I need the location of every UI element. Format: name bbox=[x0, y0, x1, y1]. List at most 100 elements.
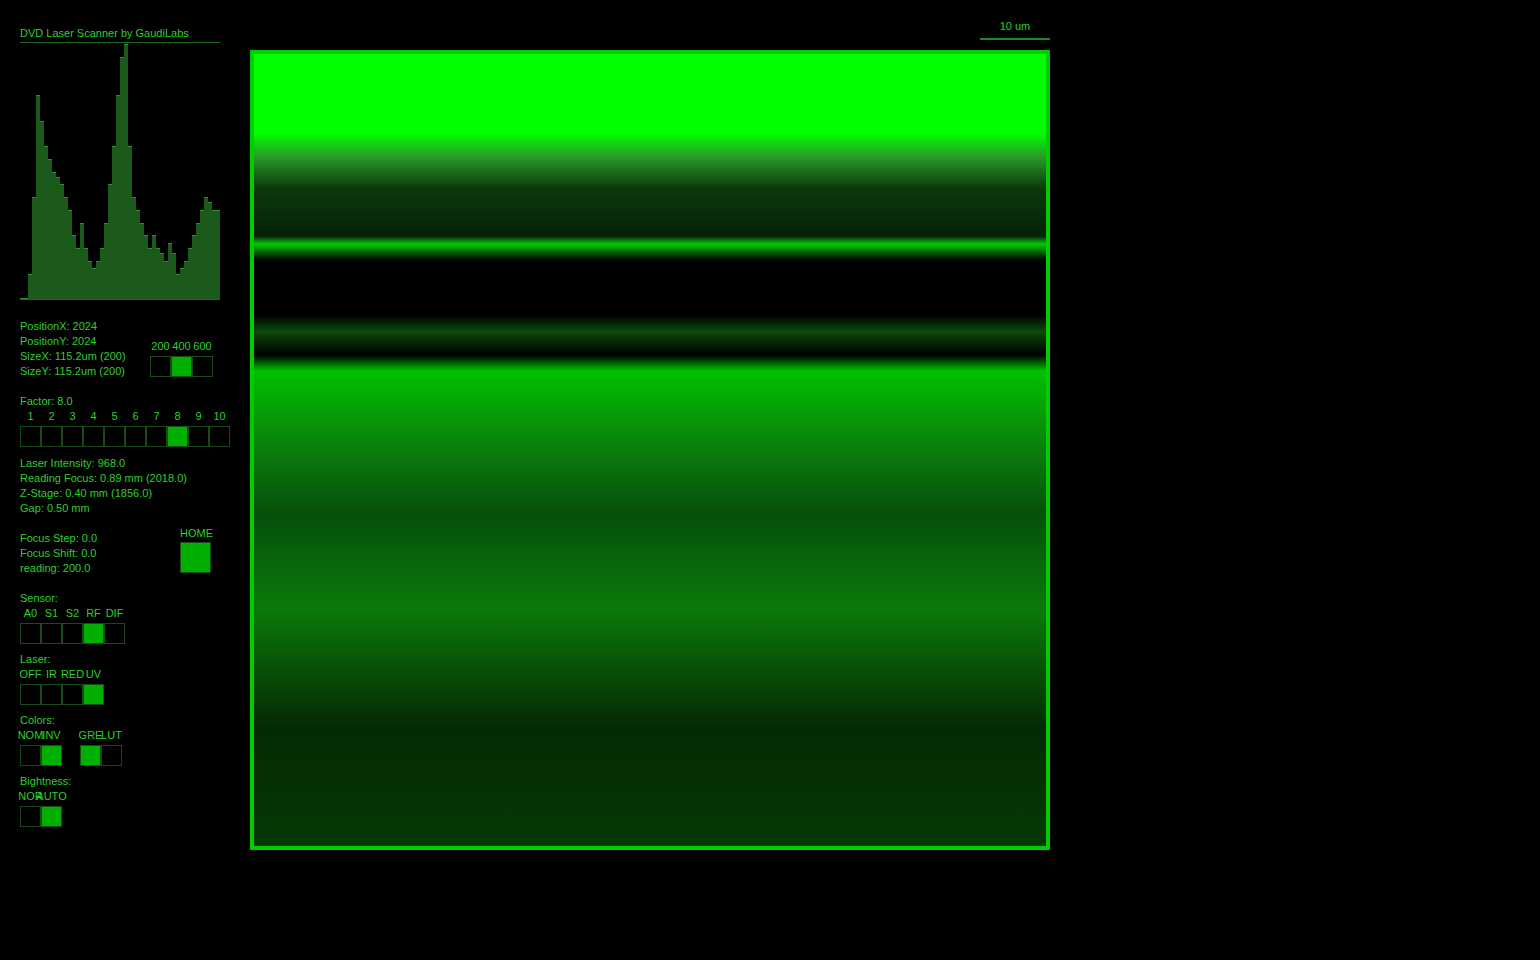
option-button[interactable] bbox=[192, 356, 213, 377]
option-button[interactable] bbox=[62, 623, 83, 644]
option: INV bbox=[41, 728, 62, 766]
option-button[interactable] bbox=[41, 426, 62, 447]
info-line: SizeX: 115.2um (200) bbox=[20, 349, 150, 364]
brightness-label: Bightness: bbox=[20, 774, 230, 789]
option-label: 4 bbox=[90, 409, 96, 424]
option-button[interactable] bbox=[80, 745, 101, 766]
option-label: GRE bbox=[79, 728, 103, 743]
option-label: 600 bbox=[193, 339, 211, 354]
option-button[interactable] bbox=[83, 623, 104, 644]
option-button[interactable] bbox=[101, 745, 122, 766]
info-line: Laser Intensity: 968.0 bbox=[20, 456, 230, 471]
scan-area: 10 um bbox=[250, 0, 1050, 850]
option-label: OFF bbox=[20, 667, 42, 682]
option-button[interactable] bbox=[20, 745, 41, 766]
option-button[interactable] bbox=[41, 806, 62, 827]
option-button[interactable] bbox=[20, 426, 41, 447]
option: 6 bbox=[125, 409, 146, 447]
option-button[interactable] bbox=[167, 426, 188, 447]
info-line: Reading Focus: 0.89 mm (2018.0) bbox=[20, 471, 230, 486]
option-button[interactable] bbox=[62, 426, 83, 447]
option-button[interactable] bbox=[150, 356, 171, 377]
option-button[interactable] bbox=[171, 356, 192, 377]
option: NOM bbox=[20, 728, 41, 766]
home-label: HOME bbox=[180, 526, 213, 541]
histogram-bar bbox=[216, 210, 220, 299]
option-button[interactable] bbox=[62, 684, 83, 705]
option: S1 bbox=[41, 606, 62, 644]
option-button[interactable] bbox=[41, 745, 62, 766]
option-label: 6 bbox=[132, 409, 138, 424]
info-line: PositionY: 2024 bbox=[20, 334, 150, 349]
option-button[interactable] bbox=[20, 806, 41, 827]
option: AUTO bbox=[41, 789, 62, 827]
option: S2 bbox=[62, 606, 83, 644]
option-group: GRELUT bbox=[80, 728, 122, 766]
option-label: AUTO bbox=[36, 789, 66, 804]
option-label: DIF bbox=[106, 606, 124, 621]
option-label: 2 bbox=[48, 409, 54, 424]
scale-bar: 10 um bbox=[980, 19, 1050, 40]
option: LUT bbox=[101, 728, 122, 766]
option: 9 bbox=[188, 409, 209, 447]
option-button[interactable] bbox=[20, 623, 41, 644]
option: UV bbox=[83, 667, 104, 705]
histogram bbox=[20, 43, 220, 300]
laser-selector: OFF IR REDUV bbox=[20, 667, 230, 705]
laser-info: Laser Intensity: 968.0Reading Focus: 0.8… bbox=[20, 456, 230, 516]
option: RED bbox=[62, 667, 83, 705]
option-button[interactable] bbox=[83, 684, 104, 705]
info-line: SizeY: 115.2um (200) bbox=[20, 364, 150, 379]
option: GRE bbox=[80, 728, 101, 766]
option-group: OFF IR REDUV bbox=[20, 667, 230, 705]
option-button[interactable] bbox=[41, 684, 62, 705]
option-label: 8 bbox=[174, 409, 180, 424]
option: 2 bbox=[41, 409, 62, 447]
sensor-selector: A0S1S2RFDIF bbox=[20, 606, 230, 644]
position-info: PositionX: 2024PositionY: 2024SizeX: 115… bbox=[20, 319, 150, 379]
size-selector: 200400600 bbox=[150, 339, 213, 379]
scan-image bbox=[250, 50, 1050, 850]
option-label: 400 bbox=[172, 339, 190, 354]
option-label: LUT bbox=[101, 728, 122, 743]
option-label: S1 bbox=[45, 606, 58, 621]
option: 600 bbox=[192, 339, 213, 377]
info-line: Gap: 0.50 mm bbox=[20, 501, 230, 516]
info-line: Focus Step: 0.0 bbox=[20, 531, 180, 546]
info-line: Focus Shift: 0.0 bbox=[20, 546, 180, 561]
info-line: Z-Stage: 0.40 mm (1856.0) bbox=[20, 486, 230, 501]
option: DIF bbox=[104, 606, 125, 644]
option-label: 5 bbox=[111, 409, 117, 424]
option-button[interactable] bbox=[41, 623, 62, 644]
option-label: INV bbox=[42, 728, 60, 743]
info-line: PositionX: 2024 bbox=[20, 319, 150, 334]
option: 7 bbox=[146, 409, 167, 447]
option-button[interactable] bbox=[20, 684, 41, 705]
colors-label: Colors: bbox=[20, 713, 230, 728]
home-button[interactable] bbox=[180, 542, 211, 573]
option-group: A0S1S2RFDIF bbox=[20, 606, 230, 644]
option-button[interactable] bbox=[104, 623, 125, 644]
option: 3 bbox=[62, 409, 83, 447]
option: 1 bbox=[20, 409, 41, 447]
option-button[interactable] bbox=[188, 426, 209, 447]
factor-label: Factor: 8.0 bbox=[20, 394, 230, 409]
option-button[interactable] bbox=[125, 426, 146, 447]
app-title: DVD Laser Scanner by GaudiLabs bbox=[20, 26, 230, 41]
colors-selector: NOMINV GRELUT bbox=[20, 728, 230, 766]
option-label: IR bbox=[46, 667, 57, 682]
option-label: RED bbox=[61, 667, 84, 682]
option: 10 bbox=[209, 409, 230, 447]
info-line: reading: 200.0 bbox=[20, 561, 180, 576]
option-button[interactable] bbox=[83, 426, 104, 447]
option-label: 3 bbox=[69, 409, 75, 424]
option-label: S2 bbox=[66, 606, 79, 621]
option-button[interactable] bbox=[146, 426, 167, 447]
option: 200 bbox=[150, 339, 171, 377]
option-button[interactable] bbox=[209, 426, 230, 447]
option-button[interactable] bbox=[104, 426, 125, 447]
option: OFF bbox=[20, 667, 41, 705]
option-label: RF bbox=[86, 606, 101, 621]
option: RF bbox=[83, 606, 104, 644]
option-label: 200 bbox=[151, 339, 169, 354]
